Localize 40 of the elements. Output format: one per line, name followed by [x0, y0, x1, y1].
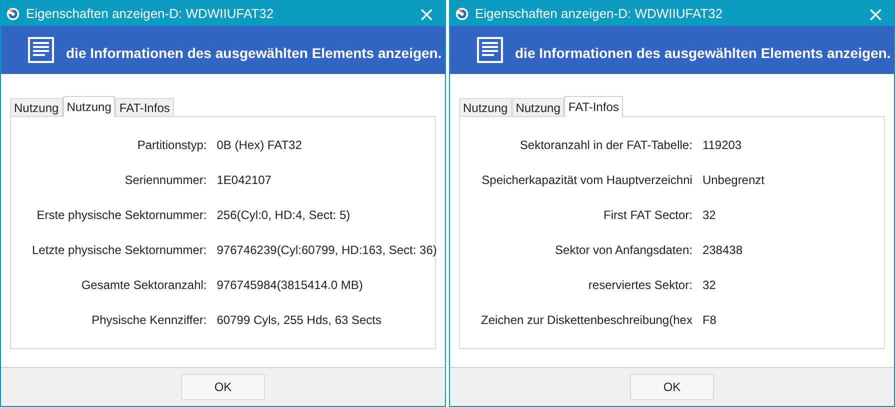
field-label: Gesamte Sektoranzahl:	[80, 278, 207, 292]
window-title: Eigenschaften anzeigen-D: WDWIIUFAT32	[26, 6, 275, 21]
ok-button[interactable]: OK	[630, 374, 714, 400]
document-icon	[28, 37, 54, 63]
field-label: Erste physische Sektornummer:	[36, 208, 207, 222]
tab[interactable]: FAT-Infos	[564, 96, 623, 117]
field-label: First FAT Sector:	[602, 208, 692, 222]
field-value: 256(Cyl:0, HD:4, Sect: 5)	[216, 208, 352, 222]
header-text: die Informationen des ausgewählten Elements anzeigen.	[66, 45, 442, 61]
tab[interactable]: Nutzung	[512, 98, 564, 116]
field-label: Partitionstyp:	[136, 138, 207, 152]
field-value: Unbegrenzt	[702, 173, 766, 187]
ok-button[interactable]: OK	[181, 374, 265, 400]
field-value: 976745984(3815414.0 MB)	[216, 278, 364, 292]
field-value: 1E042107	[216, 173, 272, 187]
field-value: 32	[702, 208, 717, 222]
field-label: Physische Kennziffer:	[90, 313, 207, 327]
field-value: 0B (Hex) FAT32	[216, 138, 303, 152]
field-label: Sektor von Anfangsdaten:	[554, 243, 692, 257]
field-label: Speicherkapazität vom Hauptverzeichni	[481, 173, 692, 187]
field-value: 238438	[702, 243, 744, 257]
tab[interactable]: Nutzung	[62, 96, 116, 117]
field-value: F8	[702, 313, 718, 327]
field-value: 32	[702, 278, 717, 292]
document-icon	[477, 37, 503, 63]
field-label: Zeichen zur Diskettenbeschreibung(hex	[481, 313, 692, 327]
field-label: Sektoranzahl in der FAT-Tabelle:	[518, 138, 692, 152]
tab[interactable]: Nutzung	[10, 98, 63, 116]
header-text: die Informationen des ausgewählten Elements anzeigen.	[515, 45, 891, 61]
field-label: Letzte physische Sektornummer:	[32, 243, 207, 257]
app-icon	[6, 6, 20, 20]
field-label: Seriennummer:	[124, 173, 207, 187]
tab[interactable]: FAT-Infos	[115, 98, 174, 116]
field-value: 119203	[702, 138, 743, 152]
tab[interactable]: Nutzung	[459, 98, 512, 116]
field-value: 976746239(Cyl:60799, HD:163, Sect: 36)	[216, 243, 437, 257]
app-icon	[455, 6, 469, 20]
field-label: reserviertes Sektor:	[587, 278, 692, 292]
window-title: Eigenschaften anzeigen-D: WDWIIUFAT32	[475, 6, 724, 21]
field-value: 60799 Cyls, 255 Hds, 63 Sects	[216, 313, 383, 327]
